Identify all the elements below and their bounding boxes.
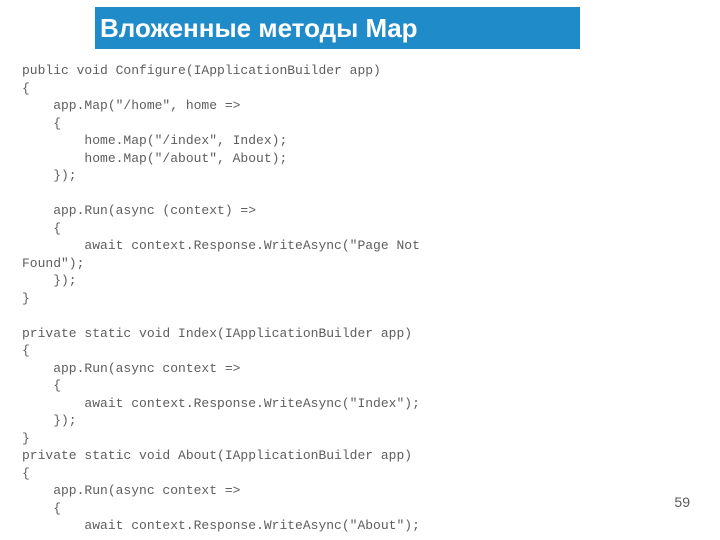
code-line: {: [22, 501, 61, 516]
code-line: {: [22, 343, 30, 358]
title-bar: Вложенные методы Map: [0, 0, 720, 55]
code-line: await context.Response.WriteAsync("Index…: [22, 396, 420, 411]
code-line: private static void Index(IApplicationBu…: [22, 326, 412, 341]
code-line: {: [22, 378, 61, 393]
code-line: app.Run(async (context) =>: [22, 203, 256, 218]
title-accent-left: [0, 0, 95, 50]
slide: Вложенные методы Map public void Configu…: [0, 0, 720, 540]
code-line: });: [22, 168, 77, 183]
code-line: {: [22, 116, 61, 131]
code-line: Found");: [22, 256, 84, 271]
code-line: });: [22, 273, 77, 288]
code-block: public void Configure(IApplicationBuilde…: [22, 62, 522, 535]
code-line: private static void About(IApplicationBu…: [22, 448, 412, 463]
code-line: app.Run(async context =>: [22, 361, 240, 376]
code-line: }: [22, 431, 30, 446]
code-line: app.Run(async context =>: [22, 483, 240, 498]
code-line: {: [22, 81, 30, 96]
page-number: 59: [674, 494, 690, 510]
code-line: {: [22, 466, 30, 481]
code-line: await context.Response.WriteAsync("Page …: [22, 238, 420, 253]
code-line: }: [22, 291, 30, 306]
code-line: home.Map("/index", Index);: [22, 133, 287, 148]
code-line: await context.Response.WriteAsync("About…: [22, 518, 420, 533]
code-line: home.Map("/about", About);: [22, 151, 287, 166]
code-line: });: [22, 413, 77, 428]
code-line: app.Map("/home", home =>: [22, 98, 240, 113]
code-line: public void Configure(IApplicationBuilde…: [22, 63, 381, 78]
code-line: {: [22, 221, 61, 236]
